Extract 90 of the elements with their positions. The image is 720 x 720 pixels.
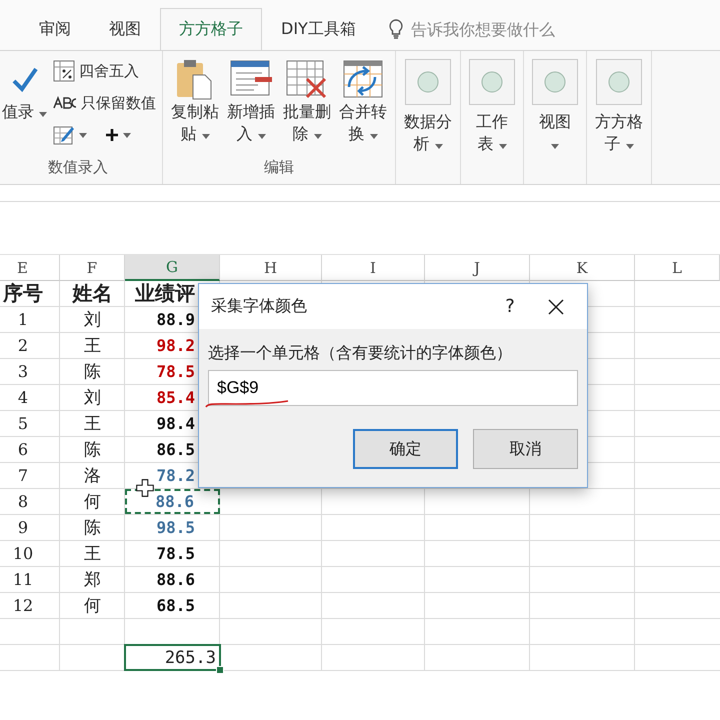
cell-reference-field[interactable]: $G$9 [208,370,578,406]
help-button[interactable]: ? [487,286,533,326]
caret-icon [498,144,507,149]
column-header[interactable]: I [322,255,425,281]
table-cell-text: 何 [83,491,102,514]
ribbon-tab[interactable]: DIY工具箱 [262,8,375,50]
column-header[interactable]: K [530,255,635,281]
header-cell-text: 业绩评 [134,281,196,306]
ribbon-button[interactable]: 方方格 子 [593,55,646,157]
caret-icon [39,112,48,117]
caret-icon [314,134,322,139]
column-header[interactable]: H [220,255,322,281]
table-cell-text: 4 [16,387,30,409]
table-cell-text: 7 [16,465,30,487]
table-cell-text: 3 [16,361,30,383]
caret-icon [551,144,560,149]
table-cell-text: 何 [83,595,102,618]
ribbon-button[interactable]: 新增插 入 [225,55,278,154]
table-cell-text: 刘 [83,309,102,332]
plus-icon [105,128,120,142]
table-cell-text: 88.6 [155,569,196,591]
table-cell-text: 98.2 [155,335,196,357]
ribbon-small-button[interactable]: 四舍五入 [53,57,156,85]
table-cell-text: 王 [83,413,102,436]
table-cell-text: 98.5 [155,517,196,539]
caret-icon [258,134,266,139]
table-cell-text: 9 [16,517,30,539]
dialog-button[interactable]: 取消 [473,429,578,469]
caret-icon [626,144,634,149]
table-cell-text: 78.2 [155,465,196,487]
table-cell-text: 王 [83,543,102,566]
table-cell-text: 85.4 [155,387,196,409]
table-cell-text: 陈 [83,517,102,540]
ribbon-tab[interactable]: 方方格子 [160,8,262,50]
table-cell-text: 11 [12,569,34,591]
caret-icon [370,134,378,139]
table-cell-text: 6 [16,439,30,461]
header-cell-text: 姓名 [71,281,114,306]
table-cell-text: 5 [16,413,30,435]
lightbulb-icon [388,19,403,39]
dropdown-button[interactable] [105,128,132,142]
percent-table-icon [53,60,76,82]
caret-icon [202,134,210,139]
table-cell-text: 10 [12,543,34,565]
table-cell-text: 陈 [83,439,102,462]
ribbon-button[interactable]: 工作 表 [467,55,518,157]
column-header[interactable]: E [0,255,60,281]
column-header[interactable]: G [125,255,220,281]
abc-icon [53,96,78,110]
table-cell-text: 洛 [83,465,102,488]
caret-icon [79,132,88,138]
dialog-title: 采集字体颜色 [211,296,308,317]
ribbon-button[interactable]: 复制粘 贴 [169,55,222,154]
table-cell-text: 78.5 [155,543,196,565]
group-label: 编辑 [263,157,296,178]
table-cell-text: 68.5 [155,595,196,617]
cursor-icon [136,479,154,497]
ribbon-tab[interactable]: 视图 [90,8,160,50]
close-icon [548,298,564,314]
table-cell-text: 88.9 [155,309,196,331]
table-cell-text: 2 [16,335,30,357]
table-cell-text: 86.5 [155,439,196,461]
table-cell-text: 陈 [83,361,102,384]
tell-me-field[interactable]: 告诉我你想要做什么 [408,18,613,40]
edit-table-icon [53,124,76,146]
header-cell-text: 序号 [2,281,44,306]
column-header[interactable]: F [60,255,125,281]
table-cell-text: 12 [12,595,34,617]
table-cell-text: 王 [83,335,102,358]
table-cell-text: 78.5 [155,361,196,383]
caret-icon [434,144,443,149]
group-label: 数值录入 [47,157,110,178]
table-cell-text: 郑 [83,569,102,592]
table-cell-text: 98.4 [155,413,196,435]
ribbon-tab[interactable]: 审阅 [20,8,90,50]
ribbon-button[interactable]: 值录 [0,55,50,154]
table-cell-text: 刘 [83,387,102,410]
ribbon-small-button[interactable]: 只保留数值 [53,89,156,117]
table-cell-text: 1 [16,309,30,331]
ribbon-button[interactable]: 视图 [530,55,580,157]
ribbon-button[interactable]: 批量删 除 [281,55,334,154]
prompt-text: 选择一个单元格（含有要统计的字体颜色） [208,343,513,364]
ribbon-button[interactable]: 数据分 析 [402,55,454,157]
table-cell: 88.6 [125,489,220,514]
column-header[interactable]: L [635,255,720,281]
caret-icon [123,132,132,138]
ribbon-button[interactable]: 合并转 换 [337,55,390,154]
table-cell-text: 8 [16,491,30,513]
column-header[interactable]: J [425,255,530,281]
dialog-button[interactable]: 确定 [353,429,458,469]
